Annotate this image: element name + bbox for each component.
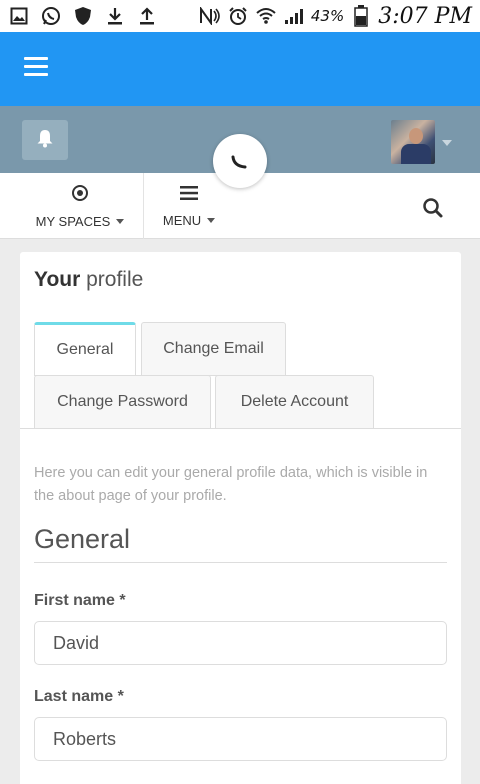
app-bar <box>0 32 480 106</box>
tab-label: Delete Account <box>240 393 349 410</box>
wifi-icon <box>255 5 277 27</box>
my-spaces-label: MY SPACES <box>35 213 111 229</box>
tab-label: Change Email <box>163 340 264 357</box>
first-name-field[interactable] <box>34 621 447 665</box>
section-title: General <box>34 524 131 554</box>
title-bold: Your <box>34 268 81 291</box>
gallery-icon <box>8 5 30 27</box>
last-name-field[interactable] <box>34 717 447 761</box>
avatar[interactable] <box>391 120 435 164</box>
section-divider <box>34 562 447 563</box>
nfc-icon <box>199 5 221 27</box>
loading-spinner-icon <box>213 134 267 188</box>
status-bar: 43% 3:07 PM <box>0 0 480 32</box>
tab-change-email[interactable]: Change Email <box>141 322 286 376</box>
upload-icon <box>136 5 158 27</box>
title-rest: profile <box>86 268 144 291</box>
tab-label: Change Password <box>57 393 188 410</box>
hamburger-menu-icon[interactable] <box>24 57 48 77</box>
signal-icon <box>283 5 305 27</box>
caret-down-icon <box>207 217 216 223</box>
chevron-down-icon[interactable] <box>442 140 452 146</box>
menu-dropdown[interactable]: MENU <box>152 173 226 239</box>
tabs-divider <box>20 428 461 429</box>
tab-general[interactable]: General <box>34 322 136 376</box>
list-icon <box>179 185 199 205</box>
alarm-icon <box>227 5 249 27</box>
clock: 3:07 PM <box>378 3 472 29</box>
profile-panel: Your profile General Change Email Change… <box>20 252 461 784</box>
shield-icon <box>72 5 94 27</box>
menu-label: MENU <box>162 212 202 228</box>
last-name-label: Last name * <box>34 688 124 705</box>
help-text: Here you can edit your general profile d… <box>34 465 428 504</box>
tab-change-password[interactable]: Change Password <box>34 375 211 429</box>
bell-icon <box>36 128 54 152</box>
caret-down-icon <box>116 218 125 224</box>
tab-delete-account[interactable]: Delete Account <box>215 375 374 429</box>
target-icon <box>71 184 89 206</box>
notifications-button[interactable] <box>22 120 68 160</box>
nav-divider <box>143 173 144 239</box>
first-name-label: First name * <box>34 592 126 609</box>
whatsapp-icon <box>40 5 62 27</box>
tab-label: General <box>56 341 114 358</box>
my-spaces-dropdown[interactable]: MY SPACES <box>30 173 130 239</box>
page-title: Your profile <box>34 268 143 292</box>
search-icon[interactable] <box>420 195 446 221</box>
download-icon <box>104 5 126 27</box>
battery-icon <box>350 5 372 27</box>
battery-percent: 43% <box>310 7 345 25</box>
